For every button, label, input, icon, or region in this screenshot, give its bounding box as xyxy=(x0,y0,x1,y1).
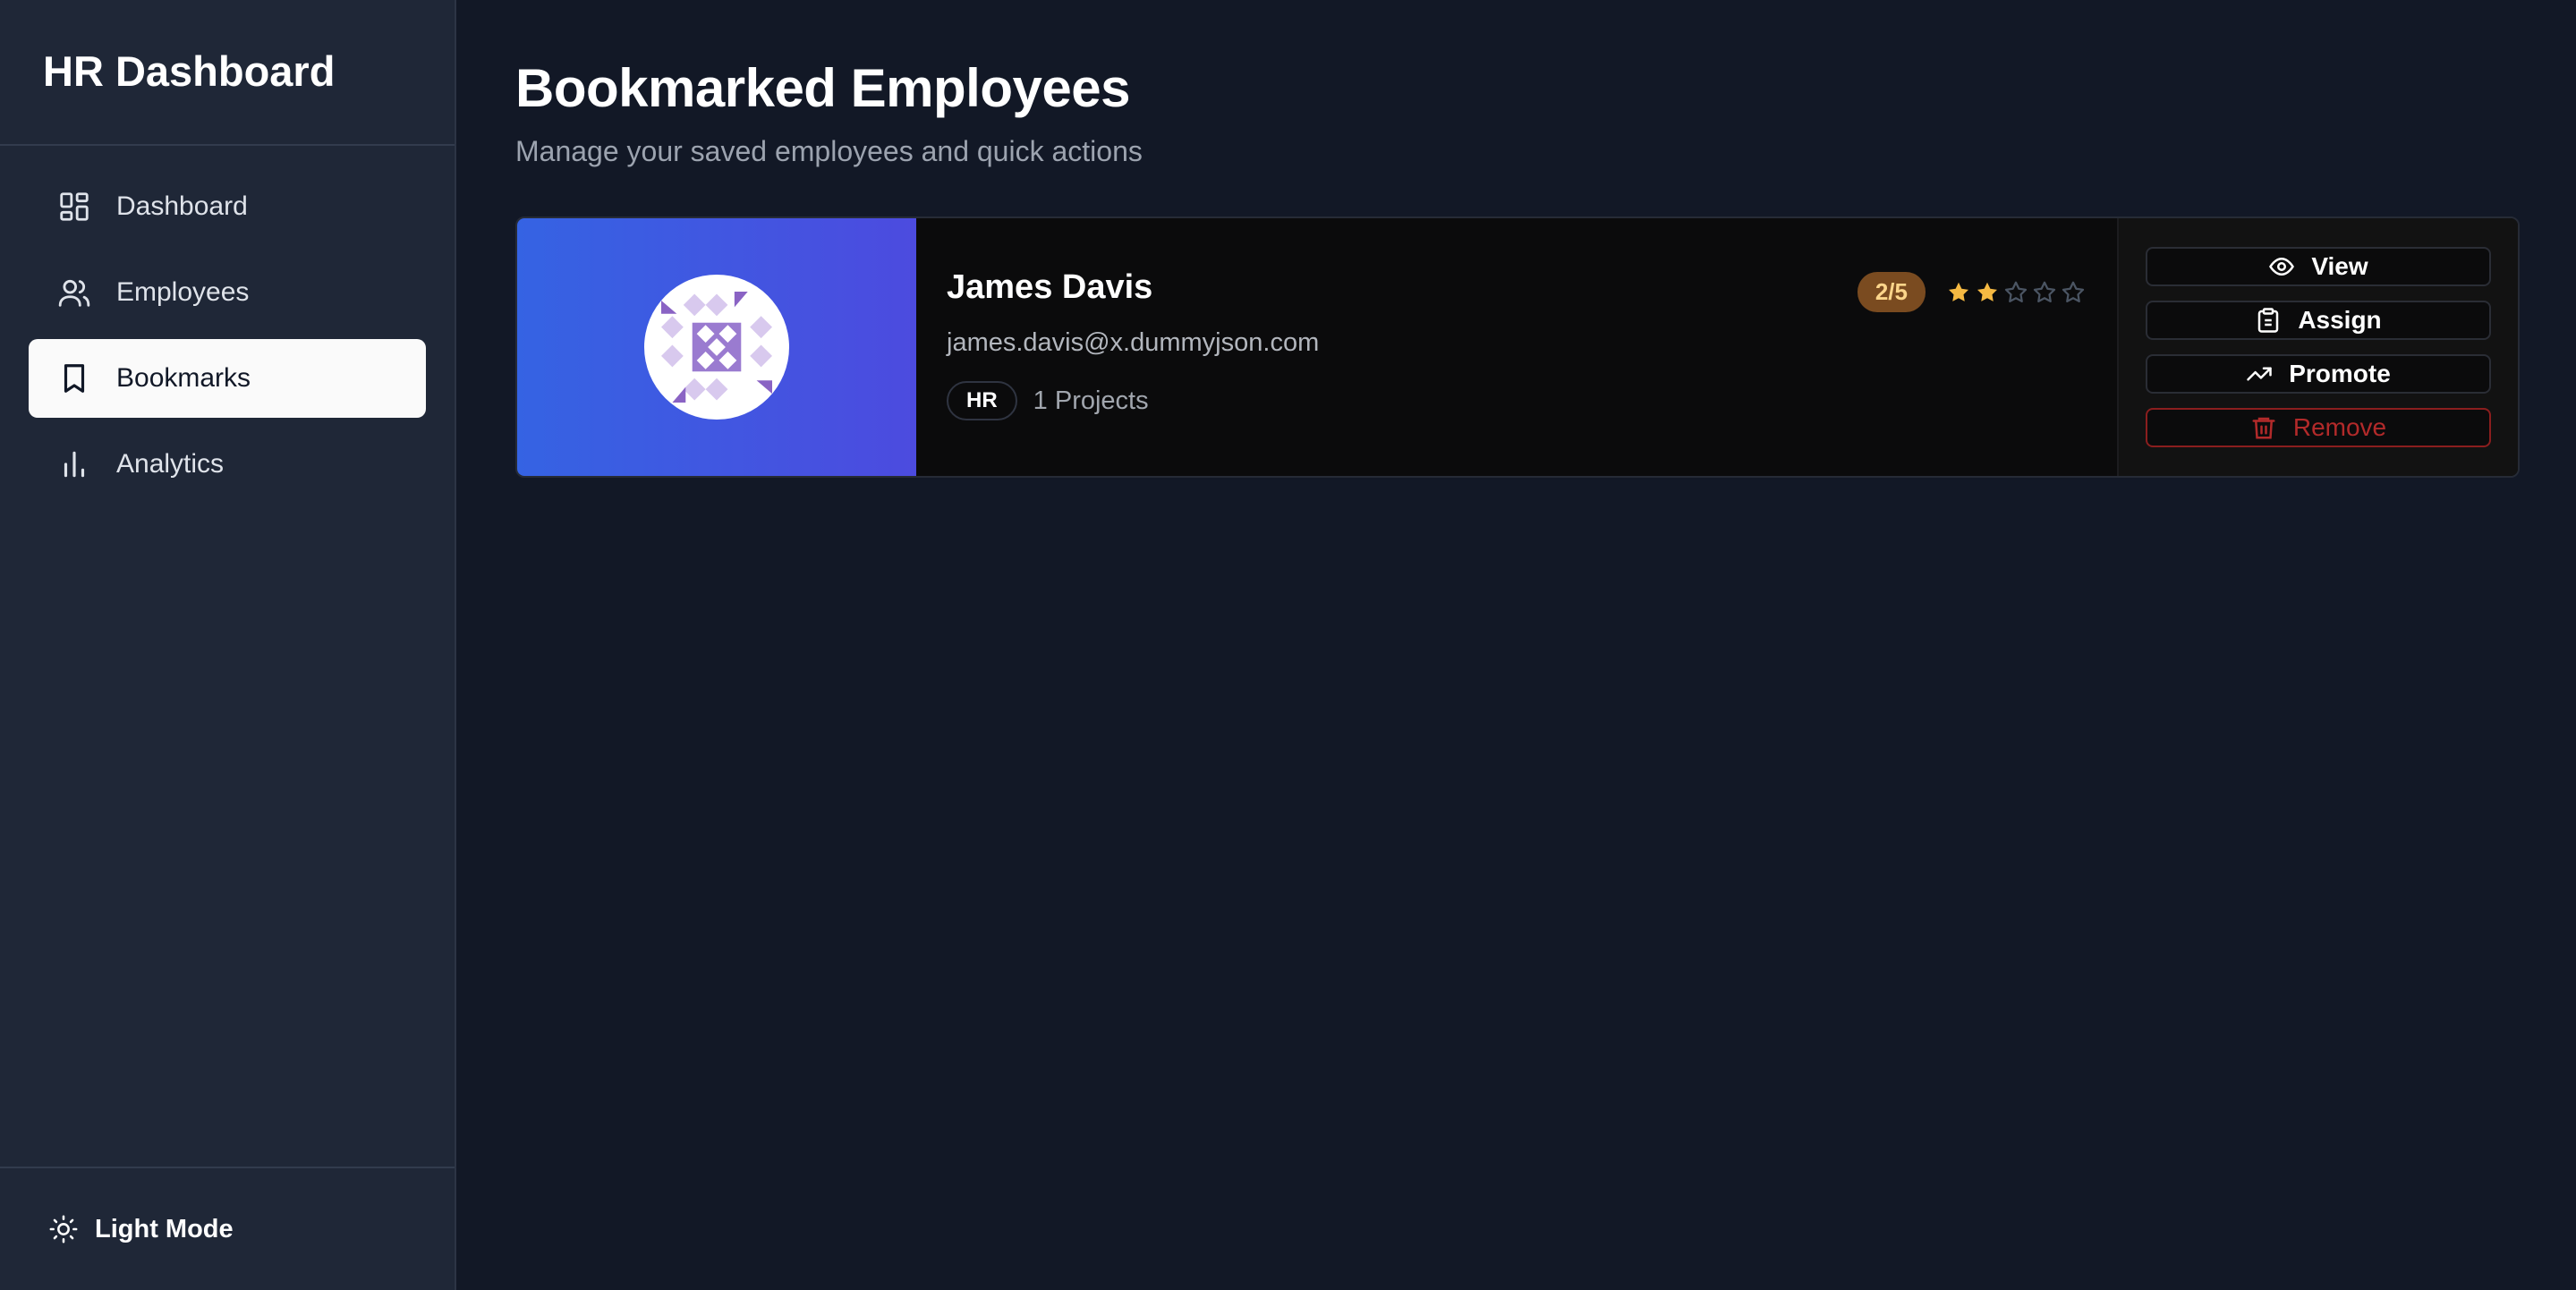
users-icon xyxy=(57,276,91,310)
assign-button[interactable]: Assign xyxy=(2146,301,2491,340)
trash-icon xyxy=(2252,417,2275,439)
star-empty-icon xyxy=(2060,279,2087,306)
sidebar-item-label: Dashboard xyxy=(116,191,248,221)
sun-icon xyxy=(49,1215,78,1243)
card-media xyxy=(517,218,916,476)
assign-label: Assign xyxy=(2298,306,2382,334)
sidebar: HR Dashboard Dashboard Employees Bookmar… xyxy=(0,0,456,1290)
sidebar-nav: Dashboard Employees Bookmarks Analytics xyxy=(0,146,455,504)
star-filled-icon xyxy=(1945,279,1972,306)
star-empty-icon xyxy=(2031,279,2058,306)
promote-label: Promote xyxy=(2289,360,2391,387)
page-subtitle: Manage your saved employees and quick ac… xyxy=(515,135,1143,167)
employee-email: james.davis@x.dummyjson.com xyxy=(947,328,1320,357)
remove-button[interactable]: Remove xyxy=(2146,408,2491,447)
promote-button[interactable]: Promote xyxy=(2146,354,2491,394)
sidebar-item-label: Bookmarks xyxy=(116,363,251,393)
main-content: Bookmarked Employees Manage your saved e… xyxy=(458,0,2576,1290)
sidebar-item-employees[interactable]: Employees xyxy=(29,253,426,332)
rating-badge: 2/5 xyxy=(1857,272,1926,312)
sidebar-item-dashboard[interactable]: Dashboard xyxy=(29,167,426,246)
projects-count: 1 Projects xyxy=(1033,386,1149,415)
trending-up-icon xyxy=(2247,367,2272,381)
avatar xyxy=(644,275,789,420)
card-body: James Davis james.davis@x.dummyjson.com … xyxy=(916,218,2117,476)
employee-meta: HR 1 Projects xyxy=(947,381,2087,420)
sidebar-item-analytics[interactable]: Analytics xyxy=(29,425,426,504)
card-actions: View Assign Promote Remove xyxy=(2117,218,2518,476)
bar-chart-icon xyxy=(57,447,91,481)
bookmark-icon xyxy=(57,361,91,395)
app-title: HR Dashboard xyxy=(0,0,455,146)
star-empty-icon xyxy=(2002,279,2029,306)
eye-icon xyxy=(2269,257,2295,276)
rating: 2/5 xyxy=(1857,272,2087,312)
sidebar-footer: Light Mode xyxy=(0,1167,455,1290)
department-badge: HR xyxy=(947,381,1017,420)
view-button[interactable]: View xyxy=(2146,247,2491,286)
remove-label: Remove xyxy=(2292,413,2387,441)
bookmark-card: James Davis james.davis@x.dummyjson.com … xyxy=(515,216,2520,478)
sidebar-item-label: Employees xyxy=(116,277,250,307)
star-filled-icon xyxy=(1974,279,2001,306)
view-label: View xyxy=(2311,252,2368,280)
light-mode-toggle[interactable]: Light Mode xyxy=(48,1214,234,1244)
rating-stars xyxy=(1943,279,2087,306)
light-mode-label: Light Mode xyxy=(95,1214,234,1243)
sidebar-item-bookmarks[interactable]: Bookmarks xyxy=(29,339,426,418)
clipboard-icon xyxy=(2258,308,2279,333)
identicon-image xyxy=(661,292,772,403)
dashboard-grid-icon xyxy=(57,190,91,224)
sidebar-item-label: Analytics xyxy=(116,449,225,479)
page-title: Bookmarked Employees xyxy=(515,58,1130,118)
